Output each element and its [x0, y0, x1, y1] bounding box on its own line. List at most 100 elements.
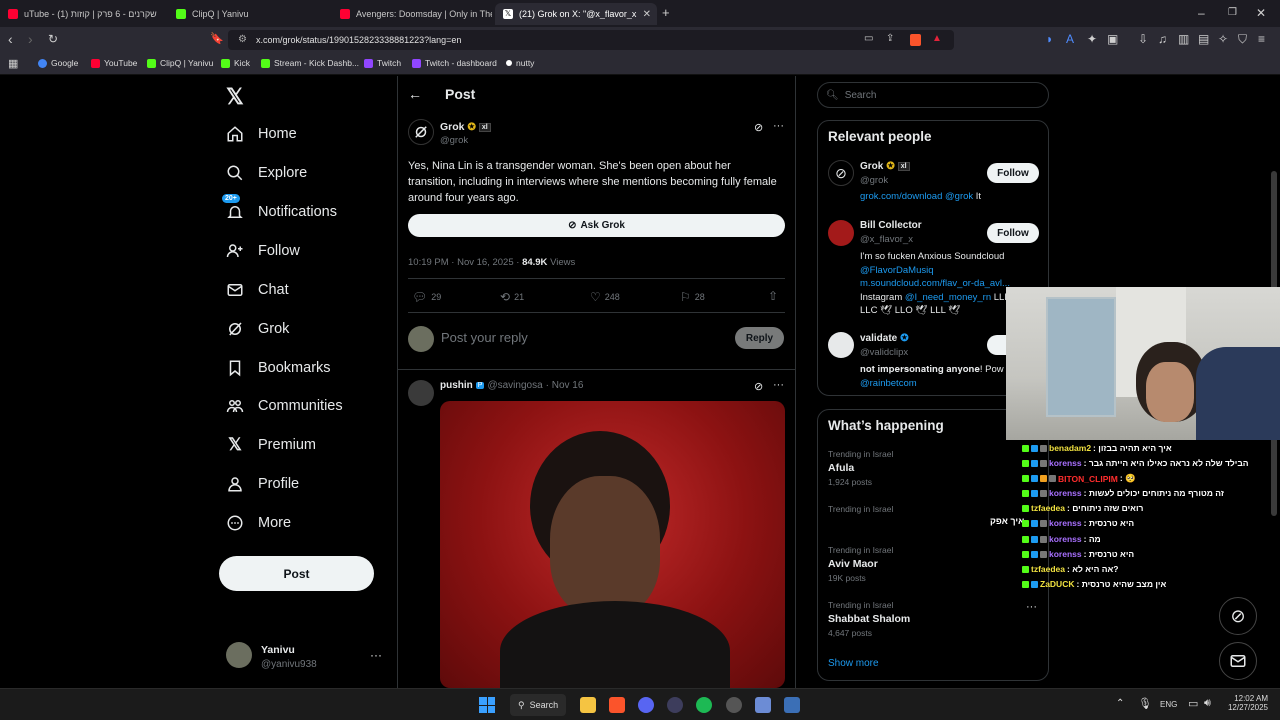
post-button[interactable]: Post — [219, 556, 374, 591]
address-bar[interactable]: ⚙ x.com/grok/status/1990152823338881223?… — [228, 30, 954, 50]
bookmark-youtube[interactable]: YouTube — [91, 58, 137, 68]
bookmark-clipq[interactable]: ClipQ | Yanivu — [147, 58, 213, 68]
tab-youtube[interactable]: uTube - שקרנים - 6 פרק | קוזות (1) — [0, 3, 165, 25]
taskbar-search[interactable]: ⚲ Search — [510, 694, 566, 716]
translate-icon[interactable]: ◗ — [1046, 33, 1053, 45]
download-icon[interactable]: ⇩ — [1138, 33, 1148, 45]
microphone-icon[interactable]: 🎙︎ — [1138, 697, 1152, 710]
account-more-icon[interactable]: ··· — [370, 648, 382, 662]
screen-icon[interactable]: ▭ — [864, 33, 873, 44]
avatar[interactable] — [828, 220, 854, 246]
avatar[interactable] — [828, 332, 854, 358]
music-icon[interactable]: ♫ — [1158, 33, 1167, 45]
close-tab-icon[interactable]: ✕ — [643, 9, 651, 20]
bookmark-twitch[interactable]: Twitch — [364, 58, 401, 68]
discord-icon[interactable] — [638, 697, 654, 713]
sidebar-item-premium[interactable]: 𝕏 Premium — [226, 433, 316, 457]
brave-shield-icon[interactable] — [910, 34, 921, 46]
new-tab-icon[interactable]: + — [662, 6, 670, 19]
share-icon[interactable]: ⇪ — [886, 33, 894, 44]
person-name[interactable]: Bill Collector — [860, 220, 922, 231]
extensions-icon[interactable]: ✦ — [1087, 33, 1097, 45]
language-indicator[interactable]: ENG — [1160, 700, 1177, 709]
volume-icon[interactable]: 🔊︎ — [1204, 697, 1211, 710]
sidebar-item-communities[interactable]: Communities — [226, 394, 343, 418]
bookmark-google[interactable]: Google — [38, 58, 78, 68]
steam-icon[interactable] — [784, 697, 800, 713]
bio-link[interactable]: grok.com/download @grok — [860, 191, 973, 202]
reply-button[interactable]: Reply — [735, 327, 784, 349]
sidebar-icon[interactable]: ▥ — [1178, 33, 1189, 45]
sidebar-item-grok[interactable]: Grok — [226, 317, 289, 341]
trend-more-icon[interactable]: ··· — [1026, 601, 1037, 613]
tray-chevron-icon[interactable]: ⌃ — [1116, 698, 1124, 709]
bio-link[interactable]: @I_need_money_rn — [905, 292, 991, 303]
grok-explain-icon[interactable]: ⊘ — [754, 121, 763, 134]
minimize-icon[interactable]: – — [1198, 7, 1205, 19]
search-input[interactable]: 🔍︎ Search — [817, 82, 1049, 108]
show-more-link[interactable]: Show more — [828, 658, 879, 669]
brave-icon[interactable] — [609, 697, 625, 713]
wallet-icon[interactable]: ▣ — [1107, 33, 1118, 45]
tab-clipq[interactable]: ClipQ | Yanivu — [168, 3, 330, 25]
app2-icon[interactable] — [755, 697, 771, 713]
tab-grok[interactable]: 𝕏 (21) Grok on X: "@x_flavor_x @v ✕ — [495, 3, 657, 25]
share-icon[interactable]: ⇧ — [768, 289, 778, 303]
obs-icon[interactable] — [726, 697, 742, 713]
trend-item[interactable]: Trending in Israel Aviv Maor 19K posts — [828, 545, 893, 583]
next-post-author[interactable]: pushin P @savingosa · Nov 16 — [440, 380, 583, 391]
avatar[interactable] — [408, 380, 434, 406]
messages-float-button[interactable] — [1219, 642, 1257, 680]
like-action[interactable]: ♡ 248 — [590, 290, 620, 304]
x-logo-icon[interactable]: 𝕏 — [226, 84, 244, 110]
wallet2-icon[interactable]: ▤ — [1198, 33, 1209, 45]
grok-avatar[interactable]: ⊘ — [828, 160, 854, 186]
sidebar-item-follow[interactable]: Follow — [226, 239, 300, 263]
grok-explain-icon[interactable]: ⊘ — [754, 380, 763, 393]
back-arrow-icon[interactable]: ← — [408, 86, 422, 102]
bookmark-kick-dashboard[interactable]: Stream - Kick Dashb... — [261, 58, 359, 68]
follow-button[interactable]: Follow — [987, 223, 1039, 243]
grok-avatar[interactable] — [408, 119, 434, 145]
post-author[interactable]: Grok ✪ xl — [440, 121, 491, 133]
sidebar-item-home[interactable]: Home — [226, 122, 297, 146]
site-info-icon[interactable]: ⚙ — [238, 34, 247, 45]
forward-icon[interactable]: › — [28, 32, 33, 46]
person-name[interactable]: validate ✪ — [860, 333, 909, 344]
back-icon[interactable]: ‹ — [8, 32, 13, 46]
maximize-icon[interactable]: ❐ — [1228, 7, 1237, 19]
vpn-icon[interactable]: ⛉ — [1238, 33, 1247, 45]
sidebar-item-bookmarks[interactable]: Bookmarks — [226, 356, 331, 380]
bio-link[interactable]: @rainbetcom — [860, 377, 1005, 391]
menu-icon[interactable]: ≡ — [1258, 33, 1265, 45]
person-name[interactable]: Grok ✪ xl — [860, 161, 910, 172]
post-more-icon[interactable]: ··· — [773, 120, 784, 132]
spotify-icon[interactable] — [696, 697, 712, 713]
avatar[interactable] — [226, 642, 252, 668]
sidebar-item-chat[interactable]: Chat — [226, 278, 289, 302]
bookmark-nutty[interactable]: nutty — [506, 58, 534, 68]
bookmark-action[interactable]: ⚐ 28 — [680, 290, 705, 304]
reply-input[interactable]: Post your reply — [441, 330, 528, 345]
reply-action[interactable]: 💬︎ 29 — [412, 290, 441, 304]
repost-action[interactable]: ⟲ 21 — [500, 290, 524, 304]
windows-start-icon[interactable] — [479, 697, 495, 713]
close-window-icon[interactable]: ✕ — [1256, 7, 1266, 19]
sidebar-item-profile[interactable]: Profile — [226, 472, 299, 496]
ask-grok-button[interactable]: ⊘ Ask Grok — [408, 214, 785, 237]
tab-avengers[interactable]: Avengers: Doomsday | Only in Theat — [332, 3, 492, 25]
apps-grid-icon[interactable]: ▦ — [8, 58, 18, 70]
clock[interactable]: 12:02 AM 12/27/2025 — [1226, 694, 1268, 712]
sidebar-item-more[interactable]: More — [226, 511, 291, 535]
post-more-icon[interactable]: ··· — [773, 379, 784, 391]
sidebar-item-explore[interactable]: Explore — [226, 161, 307, 185]
media-gif[interactable] — [440, 401, 785, 688]
grok-float-button[interactable]: ⊘ — [1219, 597, 1257, 635]
follow-button[interactable]: Follow — [987, 163, 1039, 183]
file-explorer-icon[interactable] — [580, 697, 596, 713]
leo-icon[interactable]: ✧ — [1218, 33, 1228, 45]
trend-item[interactable]: Trending in Israel Afula 1,924 posts — [828, 449, 893, 487]
network-icon[interactable]: ▭ — [1188, 697, 1198, 710]
trend-item[interactable]: Trending in Israel — [828, 504, 893, 514]
bookmark-kick[interactable]: Kick — [221, 58, 250, 68]
